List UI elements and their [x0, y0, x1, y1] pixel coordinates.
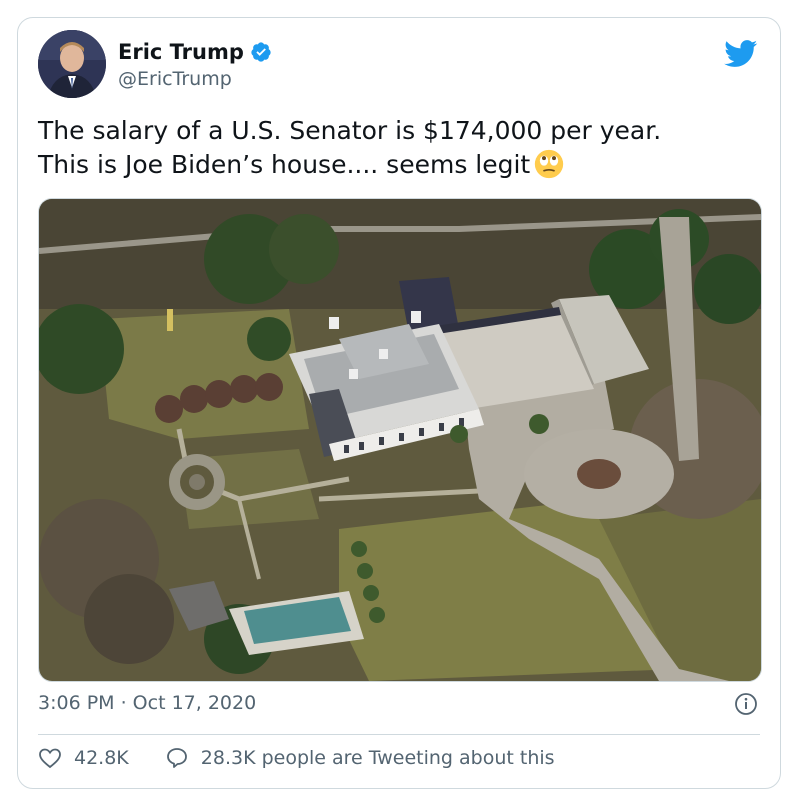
tweet-actions: 42.8K 28.3K people are Tweeting about th… [38, 746, 555, 770]
tweeting-count: 28.3K people are Tweeting about this [200, 747, 555, 769]
tweeting-about-button[interactable]: 28.3K people are Tweeting about this [165, 746, 555, 770]
author-handle[interactable]: @EricTrump [118, 68, 232, 90]
tweet-card: Eric Trump @EricTrump The salary of a U.… [17, 17, 781, 789]
tweet-text-line-2: This is Joe Biden’s house.... seems legi… [38, 148, 758, 182]
face-with-rolling-eyes-icon [535, 149, 564, 179]
reply-bubble-icon [166, 748, 187, 768]
verified-badge-icon [251, 42, 271, 62]
tweet-text-line-1: The salary of a U.S. Senator is $174,000… [38, 116, 662, 145]
info-icon[interactable] [734, 692, 758, 716]
tweet-timestamp[interactable]: 3:06 PM · Oct 17, 2020 [38, 692, 256, 714]
like-count: 42.8K [74, 747, 129, 769]
heart-icon [39, 748, 61, 769]
tweet-text: The salary of a U.S. Senator is $174,000… [38, 114, 758, 182]
author-name[interactable]: Eric Trump [118, 40, 244, 64]
avatar[interactable] [38, 30, 106, 98]
tweet-photo-aerial-house[interactable] [38, 198, 762, 682]
like-button[interactable]: 42.8K [38, 746, 129, 770]
tweet-text-line-2-text: This is Joe Biden’s house.... seems legi… [38, 150, 531, 179]
twitter-bird-icon[interactable] [724, 40, 758, 68]
divider [38, 734, 760, 735]
